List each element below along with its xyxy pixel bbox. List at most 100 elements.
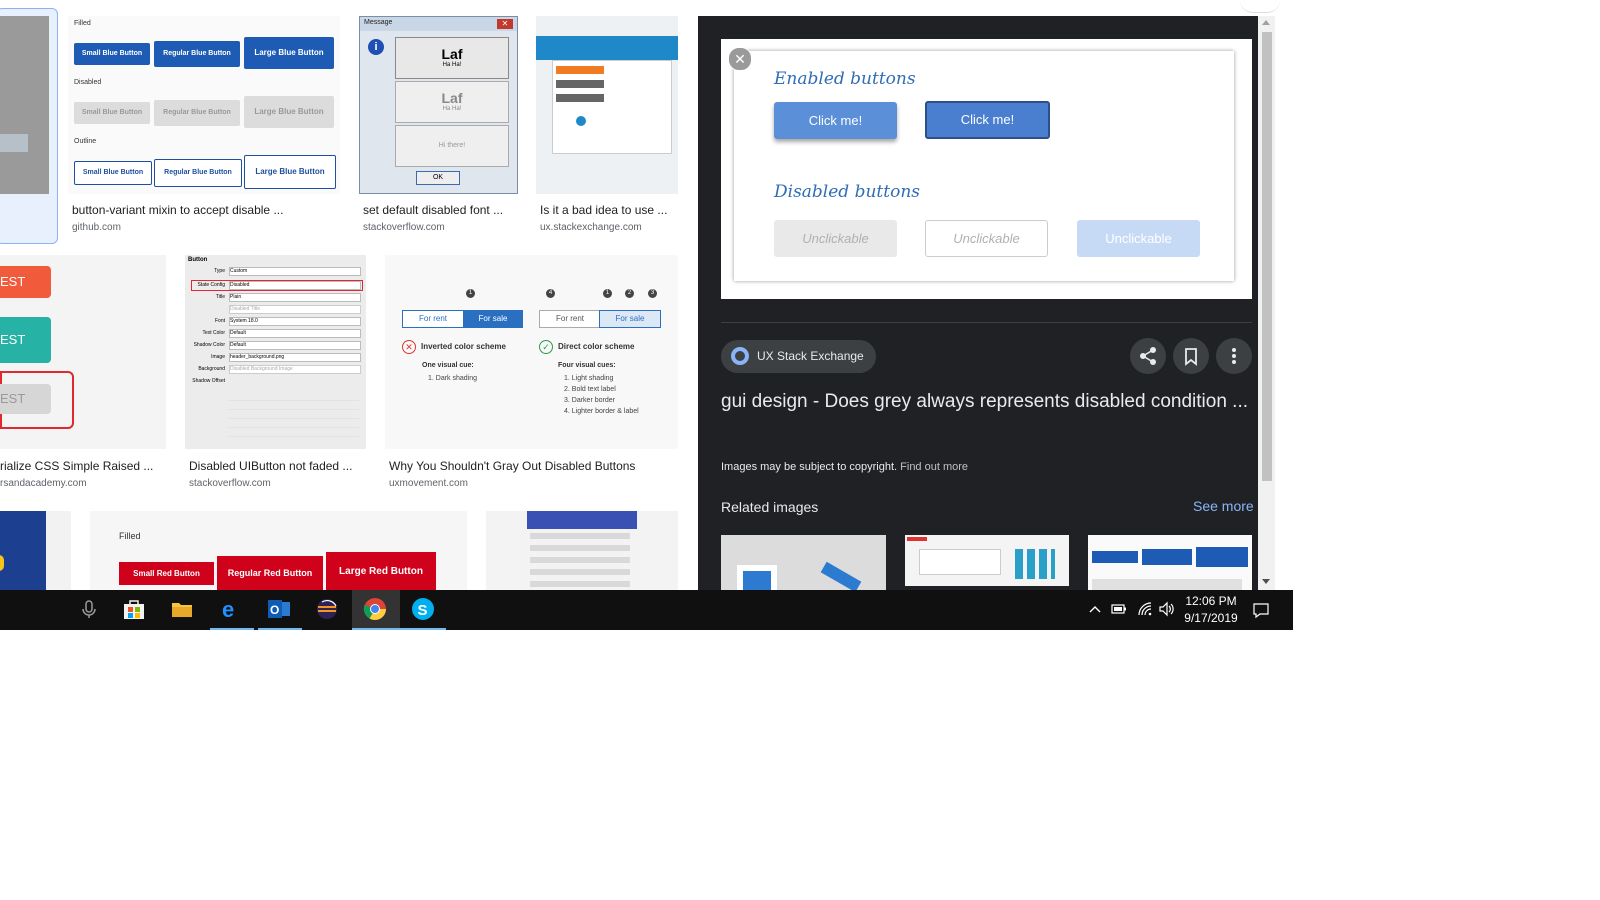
microphone-icon[interactable] <box>76 596 102 622</box>
result-caption[interactable]: rialize CSS Simple Raised ... <box>0 459 153 473</box>
preview-disabled-button: Unclickable <box>925 220 1048 257</box>
inspector-row-label: Title <box>215 294 225 300</box>
inspector-row-value: Disabled <box>229 281 361 290</box>
mock-button: Regular Red Button <box>217 556 323 590</box>
result-thumbnail[interactable] <box>486 511 678 590</box>
result-thumbnail[interactable]: EST EST EST <box>0 255 166 449</box>
result-source[interactable]: github.com <box>72 222 121 233</box>
result-source[interactable]: ux.stackexchange.com <box>540 222 642 233</box>
inspector-row-value: System 18.0 <box>229 317 361 326</box>
file-explorer-icon[interactable] <box>169 596 195 622</box>
svg-text:e: e <box>222 597 234 622</box>
scheme-sub: One visual cue: <box>422 362 474 369</box>
battery-icon[interactable] <box>1110 602 1128 616</box>
notification-icon[interactable] <box>1252 601 1270 619</box>
mock-button-label: Laf <box>441 90 463 106</box>
mock-tab: For rent <box>539 310 601 328</box>
save-button[interactable] <box>1173 338 1209 374</box>
skype-icon[interactable]: S <box>410 596 436 622</box>
inspector-row-value: Disabled Title <box>229 305 361 314</box>
mock-button: Small Red Button <box>119 562 214 585</box>
edge-icon[interactable]: e <box>218 596 244 622</box>
clock-date: 9/17/2019 <box>1184 611 1238 625</box>
related-thumbnail[interactable] <box>1088 535 1252 590</box>
result-caption[interactable]: Why You Shouldn't Gray Out Disabled Butt… <box>389 459 635 473</box>
disabled-heading: Disabled buttons <box>774 182 920 202</box>
preview-image[interactable]: Enabled buttons Click me! Click me! Disa… <box>721 39 1252 299</box>
outlook-icon[interactable]: O <box>266 596 292 622</box>
marker-badge: 4 <box>546 289 555 298</box>
app-icon <box>576 116 586 126</box>
result-thumbnail[interactable]: Button Type Custom State Config Disabled… <box>185 255 366 449</box>
related-heading: Related images <box>721 499 819 515</box>
dialog-title: Message <box>364 19 393 26</box>
result-thumbnail[interactable]: 1 4 1 2 3 For rent For sale For rent For… <box>385 255 678 449</box>
find-out-more-link[interactable]: Find out more <box>900 461 968 473</box>
scroll-down-arrow-icon[interactable] <box>1262 579 1270 584</box>
inspector-row-label: Shadow Offset <box>192 378 225 384</box>
mock-button: Large Blue Button <box>244 155 336 189</box>
scroll-up-arrow-icon[interactable] <box>1262 20 1270 25</box>
result-source[interactable]: stackoverflow.com <box>363 222 445 233</box>
mock-button: EST <box>0 384 51 414</box>
outlook-running-indicator <box>258 628 302 630</box>
close-icon: ✕ <box>497 19 513 29</box>
mock-button: Small Blue Button <box>74 102 150 124</box>
result-thumbnail[interactable]: Filled Small Blue Button Regular Blue Bu… <box>68 16 340 194</box>
result-thumbnail[interactable]: Filled Small Red Button Regular Red Butt… <box>90 511 467 590</box>
wifi-icon[interactable] <box>1136 600 1154 618</box>
result-source[interactable]: uxmovement.com <box>389 478 468 489</box>
more-options-button[interactable] <box>1216 338 1252 374</box>
edge-running-indicator <box>210 628 254 630</box>
scheme-sub: Four visual cues: <box>558 362 616 369</box>
marker-badge: 1 <box>603 289 612 298</box>
eclipse-icon[interactable] <box>314 596 340 622</box>
volume-icon[interactable] <box>1157 600 1175 618</box>
result-thumbnail[interactable] <box>0 16 49 194</box>
system-clock[interactable]: 12:06 PM 9/17/2019 <box>1180 593 1242 627</box>
result-thumbnail[interactable]: Message ✕ i Laf Ha Ha! Laf Ha Ha! Hi the… <box>359 16 518 194</box>
share-button[interactable] <box>1130 338 1166 374</box>
inspector-row-value: Plain <box>229 293 361 302</box>
store-icon[interactable] <box>121 596 147 622</box>
result-caption[interactable]: button-variant mixin to accept disable .… <box>72 203 283 217</box>
scheme-item: 1. Light shading <box>564 375 614 382</box>
result-source[interactable]: rsandacademy.com <box>0 478 87 489</box>
mock-button: Large Blue Button <box>244 37 334 69</box>
scheme-item: 1. Dark shading <box>428 375 478 382</box>
clock-time: 12:06 PM <box>1185 594 1237 608</box>
result-thumbnail[interactable] <box>536 16 678 194</box>
source-chip[interactable]: UX Stack Exchange <box>721 340 876 373</box>
preview-enabled-button: Click me! <box>774 102 897 139</box>
mock-button: Regular Blue Button <box>154 100 240 126</box>
result-thumbnail[interactable] <box>0 511 46 590</box>
preview-panel: Enabled buttons Click me! Click me! Disa… <box>698 16 1258 590</box>
inspector-row-label: Image <box>211 354 225 360</box>
scheme-item: 4. Lighter border & label <box>564 408 639 415</box>
result-title-link[interactable]: gui design - Does grey always represents… <box>721 387 1251 417</box>
section-label: Filled <box>119 531 141 541</box>
chrome-icon[interactable] <box>362 596 388 622</box>
result-caption[interactable]: set default disabled font ... <box>363 203 503 217</box>
copyright-notice: Images may be subject to copyright. Find… <box>721 461 968 473</box>
inspector-row-value: Default <box>229 329 361 338</box>
copyright-text: Images may be subject to copyright. <box>721 461 898 473</box>
scrollbar[interactable] <box>1258 16 1275 590</box>
section-label: Filled <box>74 20 91 27</box>
result-caption[interactable]: Disabled UIButton not faded ... <box>189 459 352 473</box>
mock-tab: For rent <box>402 310 464 328</box>
related-thumbnail[interactable] <box>721 535 886 590</box>
scrollbar-thumb[interactable] <box>1262 32 1272 481</box>
enabled-heading: Enabled buttons <box>774 69 916 89</box>
close-preview-icon[interactable]: ✕ <box>728 47 752 71</box>
see-more-link[interactable]: See more <box>1193 498 1254 514</box>
mock-button: Small Blue Button <box>74 43 150 65</box>
scheme-title: Inverted color scheme <box>421 342 506 351</box>
result-caption[interactable]: Is it a bad idea to use ... <box>540 203 667 217</box>
related-thumbnail[interactable] <box>905 535 1069 586</box>
mock-button: Large Blue Button <box>244 96 334 128</box>
mock-button-sub: Ha Ha! <box>442 62 462 68</box>
chevron-up-icon[interactable] <box>1088 602 1102 616</box>
preview-disabled-button: Unclickable <box>1077 220 1200 257</box>
result-source[interactable]: stackoverflow.com <box>189 478 271 489</box>
